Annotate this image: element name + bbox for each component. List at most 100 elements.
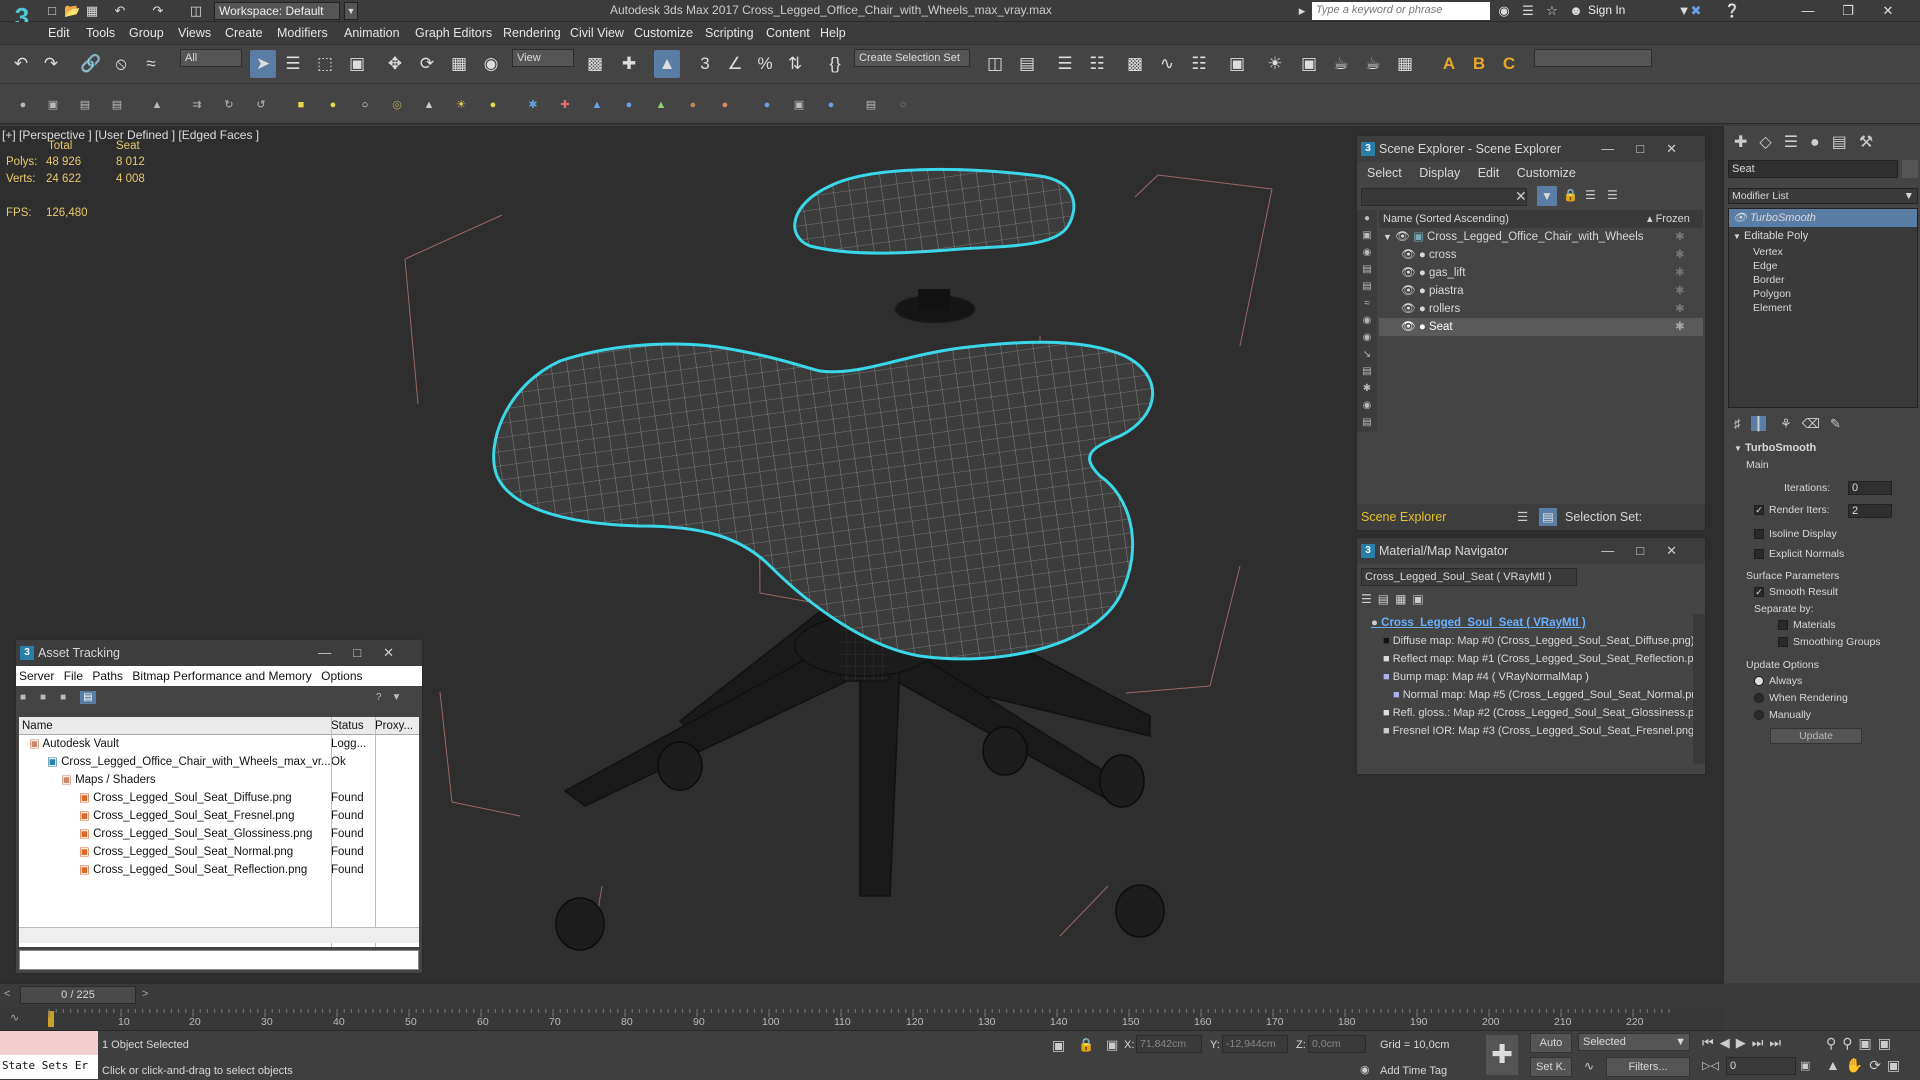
always-radio[interactable]: Always bbox=[1754, 675, 1802, 687]
filter-icon[interactable]: ▼ bbox=[1537, 186, 1557, 206]
stack-subobject-border[interactable]: Border bbox=[1729, 273, 1917, 287]
menu-create[interactable]: Create bbox=[225, 26, 263, 40]
toolbar-tool-icon[interactable]: ✚ bbox=[556, 96, 574, 114]
toolbar-extra-dropdown[interactable] bbox=[1534, 49, 1652, 67]
update-button[interactable]: Update bbox=[1770, 728, 1862, 744]
se-item-row[interactable]: 👁 ● gas_lift ✱ bbox=[1379, 264, 1703, 282]
redo-icon[interactable]: ↷ bbox=[38, 50, 64, 78]
toolbar-tool-icon[interactable]: ● bbox=[758, 96, 776, 114]
se-search-input[interactable] bbox=[1361, 188, 1527, 206]
help-icon[interactable]: ?▼ bbox=[376, 692, 411, 703]
material-tree[interactable]: ● Cross_Legged_Soul_Seat ( VRayMtl ) ■ D… bbox=[1361, 614, 1699, 744]
asset-row[interactable]: ▣ Cross_Legged_Soul_Seat_Glossiness.png F… bbox=[19, 825, 419, 843]
menu-group[interactable]: Group bbox=[129, 26, 164, 40]
stack-subobject-polygon[interactable]: Polygon bbox=[1729, 287, 1917, 301]
se-item-row-selected[interactable]: 👁 ● Seat ✱ bbox=[1379, 318, 1703, 336]
materials-checkbox[interactable]: Materials bbox=[1778, 619, 1836, 631]
set-key-icon[interactable]: ✚ bbox=[1486, 1035, 1518, 1075]
search-input[interactable]: Type a keyword or phrase bbox=[1312, 2, 1490, 20]
snowflake-icon[interactable]: ✱ bbox=[1675, 282, 1685, 300]
hierarchy-icon[interactable]: ☰ bbox=[1585, 188, 1596, 202]
restore-icon[interactable]: ❐ bbox=[1834, 1, 1862, 21]
toolbar-tool-icon[interactable]: ○ bbox=[894, 96, 912, 114]
material-navigator-header[interactable]: 3 Material/Map Navigator —□✕ bbox=[1357, 538, 1705, 564]
eye-icon[interactable]: 👁 bbox=[1401, 303, 1416, 315]
rendered-frame-window-icon[interactable]: ▣ bbox=[1296, 50, 1322, 78]
minimize-icon[interactable]: — bbox=[1794, 1, 1822, 21]
key-mode-icon[interactable]: ∿ bbox=[1584, 1059, 1594, 1073]
circle-icon[interactable]: ○ bbox=[356, 96, 374, 114]
torus-icon[interactable]: ◎ bbox=[388, 96, 406, 114]
turbosmooth-title[interactable]: TurboSmooth bbox=[1745, 442, 1816, 454]
lock-icon[interactable]: 🔒 bbox=[1563, 188, 1578, 202]
asset-row[interactable]: ▣ Cross_Legged_Soul_Seat_Fresnel.png Foun… bbox=[19, 807, 419, 825]
material-map-item[interactable]: ■ Fresnel IOR: Map #3 (Cross_Legged_Soul… bbox=[1361, 722, 1699, 740]
object-name-field[interactable]: Seat bbox=[1728, 160, 1898, 178]
time-slider-thumb[interactable]: 0 / 225 bbox=[20, 986, 136, 1004]
key-filter-dropdown[interactable]: Selected ▼ bbox=[1578, 1033, 1690, 1051]
at-col-status[interactable]: Status bbox=[331, 717, 375, 734]
scene-explorer-header[interactable]: 3 Scene Explorer - Scene Explorer —□✕ bbox=[1357, 136, 1705, 162]
rectangular-selection-icon[interactable]: ⬚ bbox=[312, 50, 338, 78]
mini-curve-editor-icon[interactable]: ∿ bbox=[10, 1011, 19, 1024]
y-coordinate-field[interactable]: -12,944cm bbox=[1222, 1035, 1288, 1053]
snowflake-icon[interactable]: ✱ bbox=[1675, 264, 1685, 282]
stack-subobject-vertex[interactable]: Vertex bbox=[1729, 245, 1917, 259]
pivot-center-icon[interactable]: ▩ bbox=[582, 50, 608, 78]
workspace-dropdown-arrow-icon[interactable]: ▼ bbox=[344, 2, 358, 20]
named-selection-dropdown[interactable]: Create Selection Set bbox=[854, 49, 970, 67]
toolbar-tool-icon[interactable]: ▲ bbox=[588, 96, 606, 114]
layers-icon[interactable]: ☷ bbox=[1084, 50, 1110, 78]
iterations-spinner[interactable]: 0 bbox=[1848, 481, 1892, 495]
toolbar-tool-icon[interactable]: ▤ bbox=[76, 96, 94, 114]
x-coordinate-field[interactable]: 71,842cm bbox=[1136, 1035, 1202, 1053]
collapse-arrow-icon[interactable]: ▼ bbox=[1733, 232, 1741, 241]
smoothing-groups-checkbox[interactable]: Smoothing Groups bbox=[1778, 636, 1881, 648]
workspace-dropdown[interactable]: Workspace: Default bbox=[214, 2, 340, 20]
time-config-icon[interactable]: ▣ bbox=[1800, 1059, 1810, 1072]
angle-snap-icon[interactable]: ∠ bbox=[722, 50, 748, 78]
next-frame-icon[interactable]: > bbox=[142, 988, 148, 1000]
at-menu-bitmap[interactable]: Bitmap Performance and Memory bbox=[132, 669, 311, 683]
se-footer-label[interactable]: Scene Explorer bbox=[1357, 510, 1446, 524]
viewport-navigation-icons[interactable]: ▲✋⟳▣ bbox=[1826, 1057, 1906, 1074]
help-icon[interactable]: ❔ bbox=[1724, 3, 1740, 19]
at-menu-paths[interactable]: Paths bbox=[92, 669, 123, 683]
undo-icon[interactable]: ↶ bbox=[8, 50, 34, 78]
viewport-navigation-icons[interactable]: ⚲⚲▣▣ bbox=[1826, 1035, 1897, 1052]
snaps-toggle-icon[interactable]: 3 bbox=[692, 50, 718, 78]
asset-row[interactable]: ▣ Cross_Legged_Soul_Seat_Normal.png Found bbox=[19, 843, 419, 861]
spinner-snap-icon[interactable]: ⇅ bbox=[782, 50, 808, 78]
set-key-button[interactable]: Set K. bbox=[1530, 1057, 1572, 1077]
menu-edit[interactable]: Edit bbox=[48, 26, 70, 40]
snowflake-icon[interactable]: ✱ bbox=[1675, 228, 1685, 246]
collapse-arrow-icon[interactable]: ▼ bbox=[1383, 232, 1392, 242]
time-tag-icon[interactable]: ◉ bbox=[1360, 1063, 1370, 1076]
se-root-row[interactable]: ▼ 👁 ▣ Cross_Legged_Office_Chair_with_Whe… bbox=[1379, 228, 1703, 246]
menu-views[interactable]: Views bbox=[178, 26, 211, 40]
stack-tools-icons[interactable]: ♯ ┃ ⚘⌫✎ bbox=[1734, 416, 1851, 432]
asset-view-icons[interactable]: ■■■ ▤ bbox=[20, 691, 96, 704]
curve-editor-icon[interactable]: ∿ bbox=[1154, 50, 1180, 78]
render-setup-icon[interactable]: ☀ bbox=[1262, 50, 1288, 78]
clear-search-icon[interactable]: ✕ bbox=[1515, 188, 1527, 205]
subscription-icon[interactable]: ☰ bbox=[1520, 3, 1536, 19]
menu-tools[interactable]: Tools bbox=[86, 26, 115, 40]
toolbar-tool-icon[interactable]: ● bbox=[822, 96, 840, 114]
toolbar-tool-icon[interactable]: ▤ bbox=[108, 96, 126, 114]
select-manipulate-icon[interactable]: ✚ bbox=[616, 50, 642, 78]
exchange-apps-icon[interactable]: ✖ bbox=[1688, 3, 1704, 19]
material-map-item[interactable]: ■ Normal map: Map #5 (Cross_Legged_Soul_… bbox=[1361, 686, 1699, 704]
add-time-tag-button[interactable]: Add Time Tag bbox=[1380, 1065, 1447, 1077]
text-tool-c-icon[interactable]: C bbox=[1496, 50, 1522, 78]
window-crossing-icon[interactable]: ▣ bbox=[344, 50, 370, 78]
modifier-stack[interactable]: 👁 TurboSmooth ▼ Editable Poly Vertex Edg… bbox=[1728, 208, 1918, 408]
link-icon[interactable]: 🔗 bbox=[78, 50, 104, 78]
se-column-header[interactable]: Name (Sorted Ascending) ▴ Frozen bbox=[1379, 210, 1703, 228]
toolbar-tool-icon[interactable]: ↻ bbox=[220, 96, 238, 114]
toolbar-tool-icon[interactable]: ↺ bbox=[252, 96, 270, 114]
scale-icon[interactable]: ▦ bbox=[446, 50, 472, 78]
toolbar-tool-icon[interactable]: ▲ bbox=[148, 96, 166, 114]
at-col-proxy[interactable]: Proxy... bbox=[375, 720, 413, 732]
at-menu-server[interactable]: Server bbox=[19, 669, 54, 683]
